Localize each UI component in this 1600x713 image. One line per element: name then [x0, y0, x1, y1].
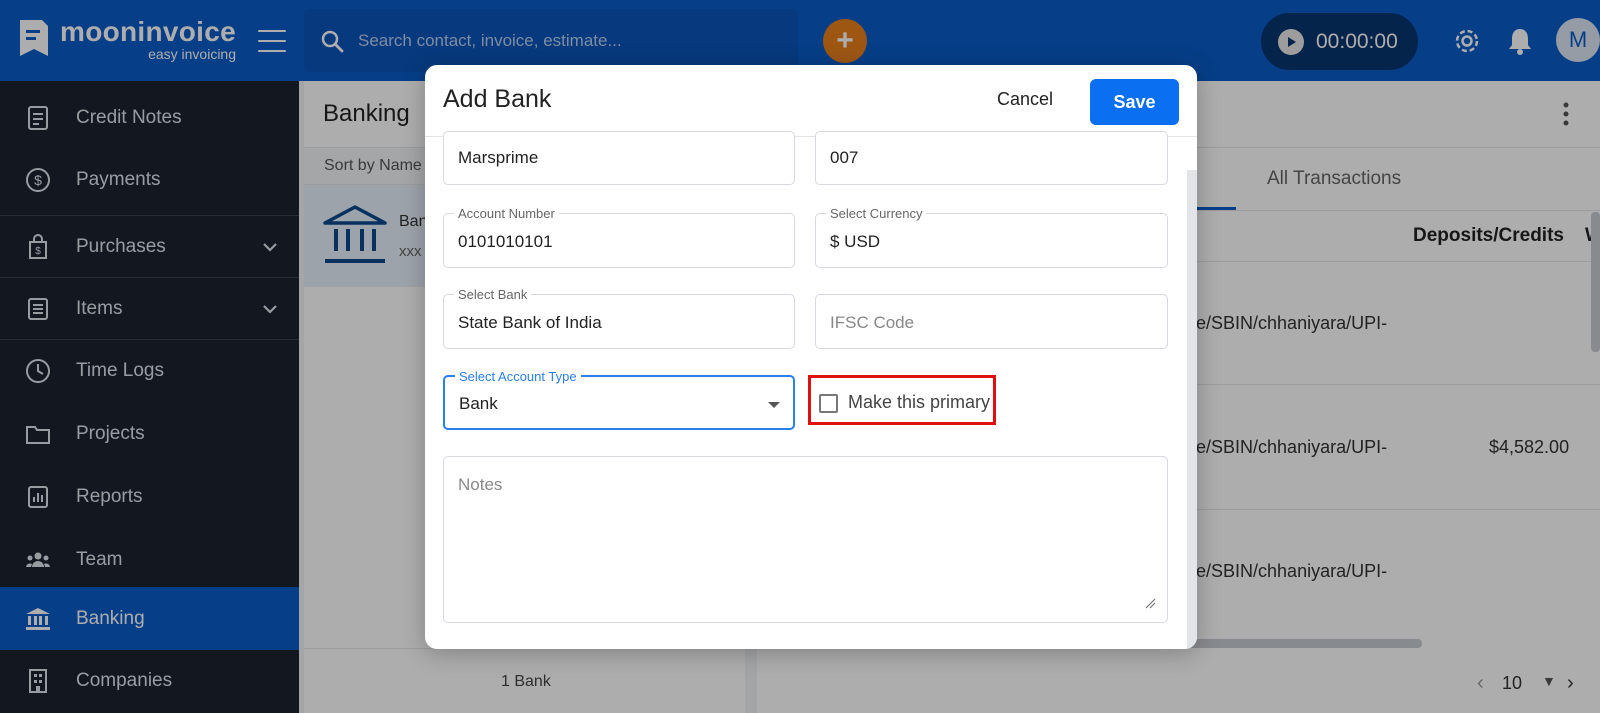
currency-value: $ USD — [830, 232, 881, 251]
account-number-field[interactable]: Account Number 0101010101 — [443, 206, 795, 268]
dropdown-arrow-icon[interactable] — [768, 402, 780, 408]
currency-select[interactable]: Select Currency $ USD — [815, 206, 1168, 268]
modal-header: Add Bank Cancel Save — [425, 65, 1197, 137]
bank-value: State Bank of India — [458, 313, 602, 332]
cancel-button[interactable]: Cancel — [997, 89, 1053, 110]
modal-title: Add Bank — [443, 85, 552, 113]
account-type-label: Select Account Type — [455, 369, 581, 384]
account-name-value: Marsprime — [458, 148, 539, 167]
ifsc-placeholder: IFSC Code — [830, 313, 915, 332]
add-bank-modal: Add Bank Cancel Save Marsprime 007 Accou… — [425, 65, 1197, 649]
account-name-field[interactable]: Marsprime — [443, 131, 795, 185]
bank-code-value: 007 — [830, 148, 859, 167]
modal-scrollbar[interactable] — [1187, 170, 1197, 649]
notes-placeholder: Notes — [458, 475, 503, 494]
make-primary-highlight[interactable]: Make this primary — [808, 375, 996, 425]
resize-handle-icon[interactable] — [1144, 597, 1156, 609]
make-primary-checkbox[interactable] — [819, 394, 838, 413]
account-type-value: Bank — [459, 394, 498, 413]
bank-code-field[interactable]: 007 — [815, 131, 1168, 185]
ifsc-field[interactable]: IFSC Code — [815, 294, 1168, 349]
currency-label: Select Currency — [826, 206, 927, 221]
make-primary-label[interactable]: Make this primary — [848, 392, 990, 413]
bank-label: Select Bank — [454, 287, 532, 302]
bank-select[interactable]: Select Bank State Bank of India — [443, 287, 795, 349]
notes-textarea[interactable]: Notes — [443, 456, 1168, 623]
account-type-select[interactable]: Select Account Type Bank — [443, 369, 795, 430]
save-button[interactable]: Save — [1090, 79, 1179, 125]
account-number-label: Account Number — [454, 206, 559, 221]
account-number-value: 0101010101 — [458, 232, 553, 251]
